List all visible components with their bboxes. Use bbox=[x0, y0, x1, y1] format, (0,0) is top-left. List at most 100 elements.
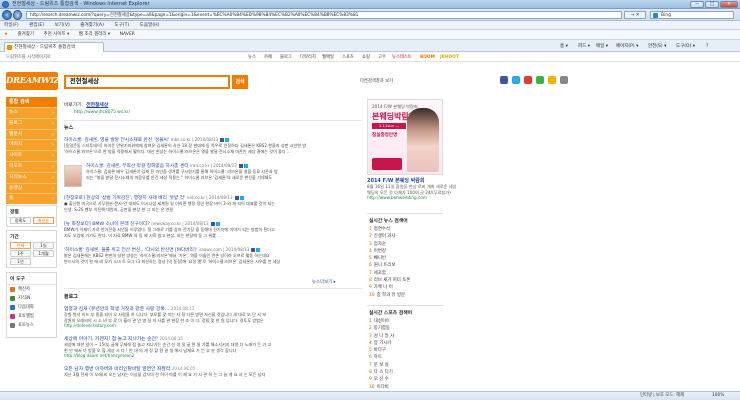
news-thumbnail[interactable] bbox=[64, 165, 82, 187]
nav-video[interactable]: 동영상 bbox=[6, 182, 57, 194]
period-1day[interactable]: 1일 bbox=[33, 242, 54, 249]
menu-favorites[interactable]: 즐겨찾기(A) bbox=[80, 23, 104, 28]
period-1week[interactable]: 1주 bbox=[10, 250, 31, 257]
blog-headline[interactable]: 업령과 김새 (유년만의 학생 거짓과 같은 사랑 강록... 2014.08.… bbox=[64, 305, 362, 312]
tools-menu-button[interactable]: 도구(O) ▾ bbox=[676, 42, 695, 51]
home-button[interactable]: 홈 ▾ bbox=[560, 42, 568, 51]
top-link-gosu[interactable]: 고수 bbox=[378, 53, 386, 62]
twitter-share-icon[interactable] bbox=[243, 163, 248, 168]
blog-url[interactable]: http://blog.daum.net/hansymeen2 bbox=[64, 353, 362, 358]
rank-item[interactable]: 1 대성이트 bbox=[367, 318, 443, 325]
nav-report[interactable]: 리포트 bbox=[6, 160, 57, 173]
close-window-button[interactable]: ✕ bbox=[720, 1, 738, 8]
menu-tools[interactable]: 도구(T) bbox=[114, 23, 129, 28]
safety-menu-button[interactable]: 안전(S) ▾ bbox=[648, 42, 666, 51]
nav-more[interactable]: 통 bbox=[6, 193, 57, 205]
set-homepage-link[interactable]: 드림위즈를 시작페이지로 bbox=[6, 53, 51, 62]
maximize-button[interactable]: □ bbox=[705, 1, 719, 8]
top-link-news[interactable]: 뉴스 bbox=[248, 53, 256, 62]
top-link-shopping[interactable]: 쇼핑 bbox=[362, 53, 370, 62]
top-link-blog[interactable]: 블로그 bbox=[280, 53, 292, 62]
twitter-share-icon[interactable] bbox=[256, 247, 261, 252]
me2day-icon[interactable] bbox=[524, 76, 532, 84]
period-all[interactable]: 전체 bbox=[10, 242, 31, 249]
twitter-share-icon[interactable] bbox=[239, 195, 244, 200]
rank-item[interactable]: 8 러브 새거 퍼더 토론 bbox=[367, 277, 443, 284]
minimize-button[interactable]: ─ bbox=[690, 1, 704, 8]
search-button[interactable]: 검색 bbox=[232, 75, 248, 89]
tool-chat[interactable]: 다음대화 bbox=[7, 303, 56, 312]
tool-photonews[interactable]: 포토뉴스 bbox=[7, 321, 56, 330]
site-shortcut-url[interactable]: http://www.jhc8075.ws.kr/ bbox=[74, 110, 130, 115]
top-link-mail[interactable]: 웹메일 bbox=[322, 53, 334, 62]
kakao-icon[interactable] bbox=[548, 76, 556, 84]
web-slice-gallery[interactable]: 웹 조각 갤러리 ▾ bbox=[79, 32, 110, 37]
rank-item[interactable]: 9 가메 나 이 bbox=[367, 284, 443, 291]
top-link-sports[interactable]: 스포츠 bbox=[342, 53, 354, 62]
other-results-link[interactable]: 다른검색결과 보기 bbox=[360, 78, 393, 84]
back-button[interactable]: ‹ bbox=[2, 10, 12, 20]
twitter-share-icon[interactable] bbox=[215, 221, 220, 226]
rank-item[interactable]: 7문 보 실 bbox=[367, 362, 443, 369]
top-link-darak[interactable]: 다락리치 bbox=[300, 53, 316, 62]
rank-item[interactable]: 4양 기시카 bbox=[367, 340, 443, 347]
rank-item[interactable]: 10 이다비 bbox=[367, 384, 443, 391]
sort-accuracy[interactable]: 정확도 bbox=[10, 217, 31, 224]
sort-latest[interactable]: 최신순 bbox=[33, 217, 54, 224]
page-menu-button[interactable]: 페이지(P) ▾ bbox=[616, 42, 638, 51]
rank-item[interactable]: 3 엄자순 bbox=[367, 241, 443, 248]
period-1month[interactable]: 1개월 bbox=[33, 250, 54, 257]
menu-edit[interactable]: 편집(E) bbox=[29, 23, 44, 28]
browser-search-input[interactable]: Bing bbox=[650, 11, 734, 19]
nav-image[interactable]: 이미지 bbox=[6, 139, 57, 151]
feeds-button[interactable]: 피드 ▾ bbox=[578, 42, 590, 51]
forward-button[interactable]: › bbox=[13, 10, 22, 20]
favorites-button[interactable]: 즐겨찾기 bbox=[17, 32, 34, 37]
tool-knowledge[interactable]: 지식iN bbox=[7, 294, 56, 303]
mail-share-icon[interactable] bbox=[560, 76, 568, 84]
wedding-fair-ad[interactable]: 2014 F/W 본웨딩 박람회 본웨딩박람회 1.11sun — 12mon … bbox=[367, 99, 443, 175]
top-link-newstest[interactable]: 뉴스테스트 bbox=[392, 53, 412, 62]
site-shortcut-name[interactable]: 전현철세상 bbox=[86, 103, 108, 108]
facebook-share-icon[interactable] bbox=[251, 247, 256, 252]
menu-file[interactable]: 파일(F) bbox=[4, 23, 19, 28]
tool-album[interactable]: 포토앨범 bbox=[7, 312, 56, 321]
naver-share-icon[interactable] bbox=[536, 76, 544, 84]
menu-view[interactable]: 보기(V) bbox=[55, 23, 70, 28]
ad-url[interactable]: http://www.bonwedding.com bbox=[367, 195, 517, 201]
nav-knowledge[interactable]: 지식뉴스 bbox=[6, 171, 57, 183]
twitter-icon[interactable] bbox=[512, 76, 520, 84]
nav-news[interactable]: 뉴스 bbox=[6, 107, 57, 119]
naver-favorite[interactable]: NAVER bbox=[120, 32, 135, 37]
rank-item[interactable]: 6 원니 트리보 bbox=[367, 262, 443, 269]
rank-item[interactable]: 3성 나 일 사 bbox=[367, 333, 443, 340]
ad-headline[interactable]: 2014 F/W 본웨딩 박람회 bbox=[367, 177, 517, 184]
twitter-share-icon[interactable] bbox=[225, 137, 230, 142]
nav-head-total[interactable]: 통합 검색 bbox=[6, 97, 57, 107]
facebook-share-icon[interactable] bbox=[220, 137, 225, 142]
rank-item[interactable]: 6 하트 bbox=[367, 354, 443, 361]
rank-item[interactable]: 4 이변정 bbox=[367, 248, 443, 255]
rank-item[interactable]: 5 빼니빈 bbox=[367, 255, 443, 262]
rank-item[interactable]: 2 신생미 과사 bbox=[367, 233, 443, 240]
nav-site[interactable]: 사이트 bbox=[6, 150, 57, 162]
search-input[interactable]: 전현철세상 bbox=[64, 75, 230, 89]
zoom-level[interactable]: 100% bbox=[712, 392, 724, 400]
rank-item[interactable]: 9오 산 수 bbox=[367, 376, 443, 383]
facebook-icon[interactable] bbox=[500, 76, 508, 84]
security-zone-status[interactable]: 인터넷 | 보호 모드: 해제 bbox=[640, 392, 684, 400]
rank-item[interactable]: 5 바다구 bbox=[367, 347, 443, 354]
facebook-share-icon[interactable] bbox=[234, 195, 239, 200]
nav-blog[interactable]: 블로그 bbox=[6, 117, 57, 129]
blog-headline[interactable]: 세상에 이야기, 카멘지! 첨 놀고 지나가는 순간! 2014.08.15 bbox=[64, 335, 362, 342]
rank-item[interactable]: 1 정연수석 bbox=[367, 226, 443, 233]
period-1year[interactable]: 1년 bbox=[10, 258, 31, 265]
refresh-stop-button[interactable]: → ✕ bbox=[624, 11, 646, 19]
rank-item[interactable]: 8다 스 디기 bbox=[367, 369, 443, 376]
blog-url[interactable]: http://dofever.tistory.com bbox=[64, 323, 362, 328]
rank-item[interactable]: 2 동기합동 bbox=[367, 325, 443, 332]
help-button[interactable]: ? bbox=[706, 42, 708, 51]
top-link-jkhoot[interactable]: JKHOOT bbox=[440, 53, 459, 62]
menu-help[interactable]: 도움말(H) bbox=[140, 23, 160, 28]
news-more-link[interactable]: 뉴스더보기 ▸ bbox=[312, 279, 336, 285]
